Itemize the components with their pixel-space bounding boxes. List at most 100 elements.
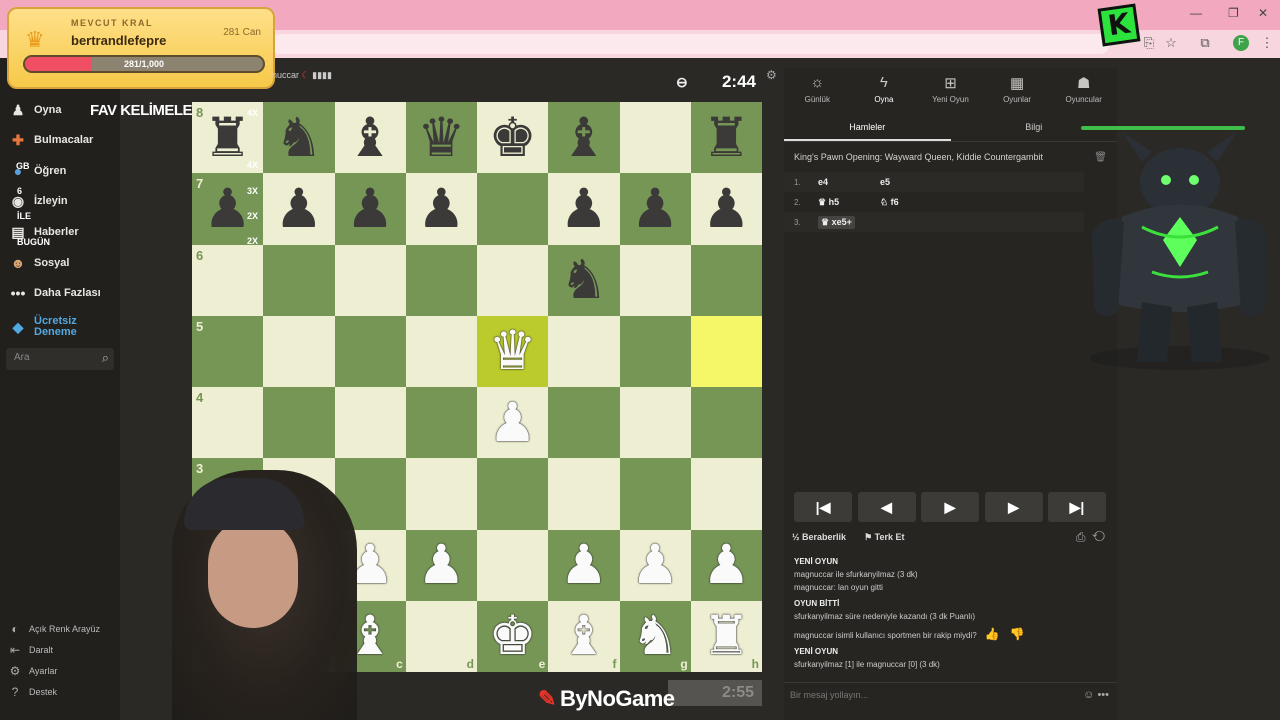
black-pawn-piece[interactable]: ♟ [560,181,608,236]
white-pawn-piece[interactable]: ♟ [488,395,536,450]
square-e4[interactable]: ♟ [477,387,549,459]
black-pawn-piece[interactable]: ♟ [702,181,750,236]
opponent-name[interactable]: nuccar ☾ ▮▮▮▮ [272,70,332,81]
last-move-button[interactable]: ▶| [1048,492,1106,522]
sidebar-item-more[interactable]: ••• Daha Fazlası [8,282,101,304]
settings-link[interactable]: ⚙ Ayarlar [8,664,58,678]
first-move-button[interactable]: |◀ [794,492,852,522]
black-pawn-piece[interactable]: ♟ [346,181,394,236]
sidebar-item-play[interactable]: ♟ Oyna [8,99,62,121]
black-knight-piece[interactable]: ♞ [560,253,608,307]
black-queen-piece[interactable]: ♛ [417,110,465,165]
draw-button[interactable]: ½ Beraberlik [792,532,846,543]
chat-input[interactable]: Bir mesaj yollayın... ☺ ••• [784,682,1117,708]
resign-button[interactable]: ⚑ Terk Et [864,532,904,543]
square-d8[interactable]: ♛ [405,102,477,174]
black-knight-piece[interactable]: ♞ [275,110,323,165]
thumbs-down-icon[interactable]: 👎 [1010,627,1025,641]
square-a5[interactable]: 5 [192,315,264,387]
address-bar[interactable] [270,34,1110,54]
square-h4[interactable] [690,387,762,459]
black-bishop-piece[interactable]: ♝ [560,110,608,165]
move-white[interactable]: ♛ h5 [818,197,880,208]
white-queen-piece[interactable]: ♛ [488,324,536,378]
square-g5[interactable] [619,315,691,387]
square-h1[interactable]: h ♜ [690,600,762,672]
square-c6[interactable] [334,244,406,316]
sidebar-item-social[interactable]: ☻ Sosyal [8,252,70,274]
square-a7[interactable]: 7 ♟ [192,173,264,245]
black-pawn-piece[interactable]: ♟ [275,181,323,236]
previous-move-button[interactable]: ◀ [857,492,916,522]
square-h2[interactable]: ♟ [690,529,762,601]
square-a6[interactable]: 6 [192,244,264,316]
square-d4[interactable] [405,387,477,459]
sidebar-item-puzzles[interactable]: ✚ Bulmacalar [8,129,93,151]
install-icon[interactable]: ⎘ [1140,34,1158,52]
square-a4[interactable]: 4 [192,387,264,459]
square-g6[interactable] [619,244,691,316]
minimize-icon[interactable]: — [1190,6,1202,20]
square-f1[interactable]: f ♝ [548,600,620,672]
black-rook-piece[interactable]: ♜ [702,110,750,165]
move-black[interactable]: e5 [880,177,942,187]
square-f4[interactable] [548,387,620,459]
white-rook-piece[interactable]: ♜ [702,609,750,663]
tab-daily[interactable]: ☼ Günlük [784,68,851,110]
move-white[interactable]: e4 [818,177,880,187]
white-pawn-piece[interactable]: ♟ [702,538,750,592]
square-c7[interactable]: ♟ [334,173,406,245]
black-bishop-piece[interactable]: ♝ [346,110,394,165]
collapse-button[interactable]: ⇤ Daralt [8,643,53,657]
square-b8[interactable]: ♞ [263,102,335,174]
square-d3[interactable] [405,458,477,530]
square-d5[interactable] [405,315,477,387]
black-pawn-piece[interactable]: ♟ [417,181,465,236]
square-g4[interactable] [619,387,691,459]
square-h3[interactable] [690,458,762,530]
square-e7[interactable] [477,173,549,245]
square-f2[interactable]: ♟ [548,529,620,601]
square-g2[interactable]: ♟ [619,529,691,601]
play-button[interactable]: ▶ [921,492,979,522]
move-white-current[interactable]: ♛ xe5+ [818,215,855,229]
light-mode-toggle[interactable]: ◐ Açık Renk Arayüz [8,622,100,636]
profile-avatar[interactable]: F [1233,35,1249,51]
tab-new-game[interactable]: ⊞ Yeni Oyun [917,68,984,110]
square-d7[interactable]: ♟ [405,173,477,245]
square-h8[interactable]: ♜ [690,102,762,174]
browser-menu-icon[interactable]: ⋮ [1258,34,1276,52]
white-pawn-piece[interactable]: ♟ [417,538,465,592]
square-e5[interactable]: ♛ [477,315,549,387]
maximize-icon[interactable]: ❐ [1228,6,1239,20]
square-e8[interactable]: ♚ [477,102,549,174]
emoji-icon[interactable]: ☺ ••• [1083,689,1109,701]
square-g8[interactable] [619,102,691,174]
export-icon[interactable]: ⎙ [1076,530,1086,544]
square-g7[interactable]: ♟ [619,173,691,245]
square-f8[interactable]: ♝ [548,102,620,174]
board-settings-icon[interactable]: ⚙ [766,68,777,82]
square-g1[interactable]: g ♞ [619,600,691,672]
white-bishop-piece[interactable]: ♝ [560,609,608,663]
square-d2[interactable]: ♟ [405,529,477,601]
square-b5[interactable] [263,315,335,387]
square-h6[interactable] [690,244,762,316]
square-e6[interactable] [477,244,549,316]
next-move-button[interactable]: ▶ [984,492,1043,522]
square-b7[interactable]: ♟ [263,173,335,245]
square-d1[interactable]: d [405,600,477,672]
tab-play[interactable]: ϟ Oyna [851,68,918,110]
black-pawn-piece[interactable]: ♟ [203,181,251,236]
square-b4[interactable] [263,387,335,459]
square-f5[interactable] [548,315,620,387]
black-pawn-piece[interactable]: ♟ [631,181,679,236]
white-knight-piece[interactable]: ♞ [631,609,679,663]
search-input[interactable]: Ara ⌕ [6,348,114,370]
tab-moves[interactable]: Hamleler [784,116,951,141]
square-e3[interactable] [477,458,549,530]
square-f3[interactable] [548,458,620,530]
help-link[interactable]: ? Destek [8,685,57,699]
bookmark-star-icon[interactable]: ☆ [1162,34,1180,52]
black-king-piece[interactable]: ♚ [488,110,536,165]
